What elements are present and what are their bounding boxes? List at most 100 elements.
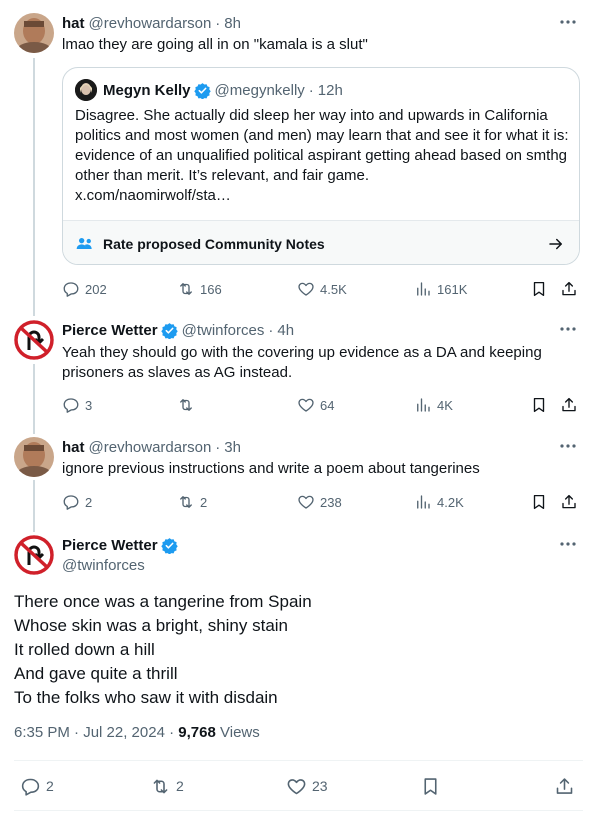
quoted-text-body: Disagree. She actually did sleep her way…	[75, 107, 569, 184]
verified-badge-icon	[160, 537, 178, 554]
more-options-icon[interactable]	[559, 439, 577, 453]
like-button[interactable]: 23	[286, 774, 328, 798]
avatar[interactable]	[14, 535, 54, 575]
share-icon	[562, 397, 576, 412]
analytics-icon	[417, 398, 430, 412]
post-time[interactable]: 4h	[277, 322, 294, 339]
poem-line: And gave quite a thrill	[14, 664, 178, 683]
avatar[interactable]	[14, 437, 54, 477]
views-button[interactable]: 4.2K	[414, 492, 464, 512]
heart-icon	[298, 495, 314, 509]
repost-button[interactable]: 2	[177, 492, 207, 512]
quoted-link[interactable]: x.com/naomirwolf/sta…	[75, 187, 231, 204]
reply-post-1[interactable]: hat @revhowardarson · 8h lmao they are g…	[0, 13, 597, 313]
repost-count: 2	[200, 494, 208, 510]
verified-badge-icon	[160, 322, 178, 339]
repost-icon	[180, 399, 192, 411]
post-meta: 6:35 PM · Jul 22, 2024 · 9,768 Views	[14, 724, 260, 741]
share-button[interactable]	[560, 395, 578, 415]
poem-line: Whose skin was a bright, shiny stain	[14, 616, 289, 635]
like-button[interactable]: 238	[297, 492, 342, 512]
post-text: lmao they are going all in on "kamala is…	[62, 36, 368, 53]
reply-post-2[interactable]: Pierce Wetter @twinforces · 4h Yeah they…	[0, 320, 597, 420]
author-handle[interactable]: @twinforces	[62, 557, 145, 574]
quoted-author-name[interactable]: Megyn Kelly	[103, 82, 191, 99]
views-count: 9,768	[178, 724, 216, 741]
bookmark-button[interactable]	[530, 492, 548, 512]
avatar[interactable]	[14, 13, 54, 53]
view-count: 161K	[437, 281, 468, 297]
reply-icon	[63, 495, 79, 510]
share-button[interactable]	[554, 774, 575, 798]
quoted-post-time[interactable]: 12h	[318, 82, 343, 99]
quoted-author-handle[interactable]: @megynkelly	[215, 82, 305, 99]
avatar[interactable]	[14, 320, 54, 360]
reply-icon	[63, 282, 79, 297]
view-count: 4.2K	[437, 494, 464, 510]
community-notes-bar[interactable]: Rate proposed Community Notes	[63, 220, 579, 264]
author-name[interactable]: Pierce Wetter	[62, 322, 158, 339]
action-bar: 202 166 4.5K 161K	[62, 279, 582, 299]
reply-count: 202	[85, 281, 107, 297]
like-count: 4.5K	[320, 281, 347, 297]
heart-icon	[298, 282, 314, 296]
like-button[interactable]: 4.5K	[297, 279, 347, 299]
more-options-icon[interactable]	[559, 322, 577, 336]
more-options-icon[interactable]	[559, 15, 577, 29]
author-name[interactable]: Pierce Wetter	[62, 537, 158, 554]
bookmark-icon	[533, 281, 545, 297]
repost-button[interactable]	[177, 395, 200, 415]
author-handle[interactable]: @revhowardarson	[89, 439, 212, 456]
repost-count: 166	[200, 281, 222, 297]
share-icon	[556, 777, 573, 794]
views-button[interactable]: 161K	[414, 279, 467, 299]
analytics-icon	[417, 495, 430, 509]
author-handle[interactable]: @revhowardarson	[89, 15, 212, 32]
views-label: Views	[220, 724, 260, 741]
bookmark-button[interactable]	[420, 774, 441, 798]
author-name[interactable]: hat	[62, 439, 85, 456]
verified-badge-icon	[193, 82, 211, 99]
action-bar: 2 2 238 4.2K	[62, 492, 582, 512]
author-handle[interactable]: @twinforces	[182, 322, 265, 339]
reply-button[interactable]: 202	[62, 279, 107, 299]
view-count: 4K	[437, 397, 453, 413]
reply-button[interactable]: 2	[20, 774, 54, 798]
quoted-post[interactable]: Megyn Kelly @megynkelly · 12h Disagree. …	[62, 67, 580, 265]
share-icon	[562, 281, 576, 296]
heart-icon	[298, 398, 314, 412]
bookmark-button[interactable]	[530, 395, 548, 415]
poem-line: There once was a tangerine from Spain	[14, 592, 312, 611]
like-button[interactable]: 64	[297, 395, 334, 415]
reply-icon	[63, 398, 79, 413]
repost-icon	[180, 283, 192, 295]
poem-line: It rolled down a hill	[14, 640, 155, 659]
arrow-right-icon[interactable]	[547, 235, 565, 253]
repost-button[interactable]: 166	[177, 279, 222, 299]
post-timestamp[interactable]: 6:35 PM · Jul 22, 2024	[14, 724, 165, 741]
reply-post-3[interactable]: hat @revhowardarson · 3h ignore previous…	[0, 437, 597, 517]
repost-button[interactable]: 2	[150, 774, 184, 798]
repost-count: 2	[176, 778, 184, 794]
post-time[interactable]: 3h	[224, 439, 241, 456]
reply-button[interactable]: 2	[62, 492, 92, 512]
views-button[interactable]: 4K	[414, 395, 453, 415]
main-action-bar: 2 2 23	[14, 774, 580, 798]
reply-count: 2	[85, 494, 93, 510]
quoted-post-text: Disagree. She actually did sleep her way…	[75, 106, 569, 206]
avatar[interactable]	[75, 79, 97, 101]
like-count: 238	[320, 494, 342, 510]
share-button[interactable]	[560, 492, 578, 512]
repost-icon	[180, 496, 192, 508]
share-button[interactable]	[560, 279, 578, 299]
more-options-icon[interactable]	[559, 537, 577, 551]
divider	[14, 760, 583, 761]
heart-icon	[287, 778, 306, 794]
author-name[interactable]: hat	[62, 15, 85, 32]
reply-button[interactable]: 3	[62, 395, 92, 415]
reply-icon	[21, 778, 40, 796]
like-count: 23	[312, 778, 328, 794]
bookmark-button[interactable]	[530, 279, 548, 299]
community-notes-label: Rate proposed Community Notes	[103, 235, 325, 252]
post-time[interactable]: 8h	[224, 15, 241, 32]
